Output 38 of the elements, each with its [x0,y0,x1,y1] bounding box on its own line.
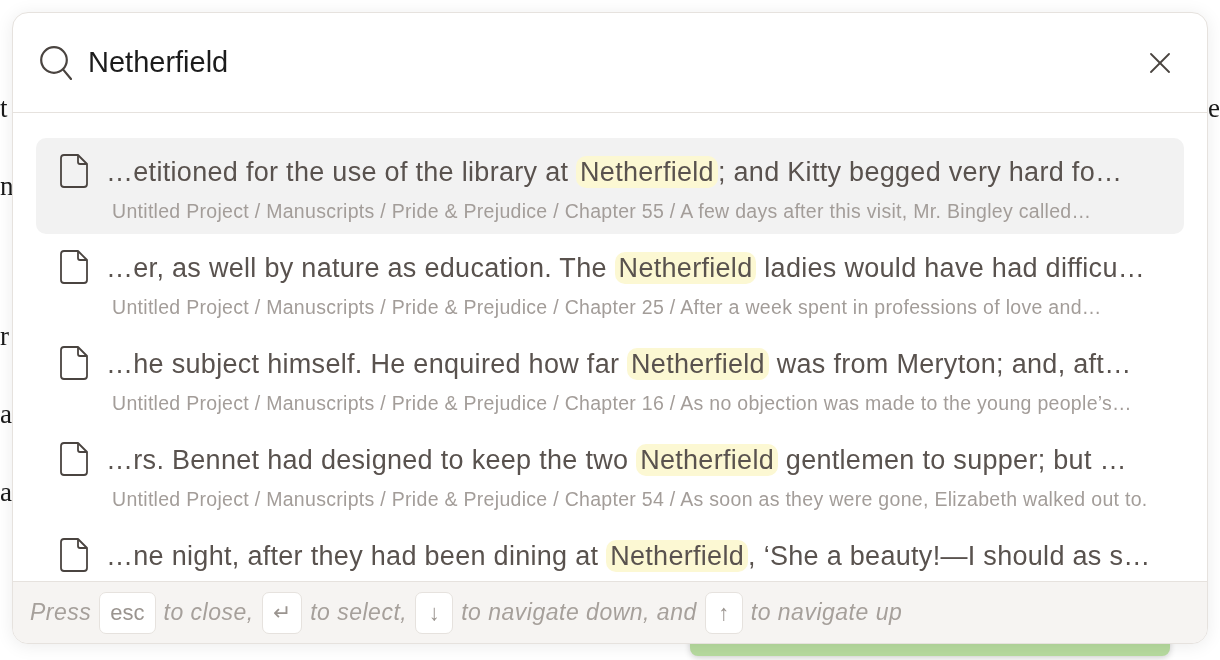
hint-text: to navigate down, and [461,599,697,626]
file-icon [60,250,88,284]
result-snippet: …he subject himself. He enquired how far Netherfield was from Meryton; and, aft… [106,347,1132,382]
close-icon [1150,52,1170,73]
result-snippet: …rs. Bennet had designed to keep the two Netherfield gentlemen to supper; but … [106,443,1128,478]
search-result[interactable]: …ne night, after they had been dining at Netherfield, ‘She a beauty!—I should as s… [36,522,1184,581]
close-button[interactable] [1150,52,1170,73]
search-result[interactable]: …he subject himself. He enquired how far Netherfield was from Meryton; and, aft… Untitled Project / Manuscripts / Pride & Prejudice / Chapter 16 / As no objection was made to the young people’s… [36,330,1184,426]
search-result[interactable]: …rs. Bennet had designed to keep the two Netherfield gentlemen to supper; but … Untitled Project / Manuscripts / Pride & Prejudice / Chapter 54 / As soon as they were gone, Elizabeth walked out to. [36,426,1184,522]
hint-text: Press [30,599,92,626]
hint-text: to select, [310,599,408,626]
page-text: r [0,320,9,353]
keyboard-key: esc [99,591,156,634]
result-path: Untitled Project / Manuscripts / Pride & Prejudice / Chapter 16 / As no objection was made to the young people’s… [111,392,1132,414]
result-snippet: …er, as well by nature as education. The Netherfield ladies would have had difficu… [106,251,1145,286]
file-icon [60,154,88,188]
page-text: e [1208,92,1220,125]
page-text: t [0,92,8,125]
result-snippet: …etitioned for the use of the library at Netherfield; and Kitty begged very hard fo… [106,155,1123,190]
result-path: Untitled Project / Manuscripts / Pride & Prejudice / Chapter 54 / As soon as they were gone, Elizabeth walked out to. [111,488,1148,510]
result-path: Untitled Project / Manuscripts / Pride & Prejudice / Chapter 55 / A few days after this visit, Mr. Bingley called… [111,200,1093,222]
search-result[interactable]: …er, as well by nature as education. The Netherfield ladies would have had difficu… Untitled Project / Manuscripts / Pride & Prejudice / Chapter 25 / After a week spent in professions of love and… [36,234,1184,330]
result-path: Untitled Project / Manuscripts / Pride & Prejudice / Chapter 25 / After a week spent in professions of love and… [111,296,1103,318]
hint-text: to navigate up [750,599,903,626]
page-text: a [0,476,12,509]
file-icon [60,346,88,380]
search-field[interactable]: Netherfield [88,42,1134,83]
search-result[interactable]: …etitioned for the use of the library at Netherfield; and Kitty begged very hard fo… Untitled Project / Manuscripts / Pride & Prejudice / Chapter 55 / A few days after this visit, Mr. Bingley called… [36,138,1184,234]
keyboard-key: ↵ [261,591,303,634]
search-icon [40,45,72,80]
page-text: n [0,170,14,203]
page-text: a [0,398,12,431]
result-snippet: …ne night, after they had been dining at Netherfield, ‘She a beauty!—I should as s… [106,539,1151,574]
file-icon [60,538,88,572]
file-icon [60,442,88,476]
keyboard-key: ↓ [415,591,454,634]
keyboard-key: ↑ [704,591,743,634]
hint-text: to close, [163,599,254,626]
